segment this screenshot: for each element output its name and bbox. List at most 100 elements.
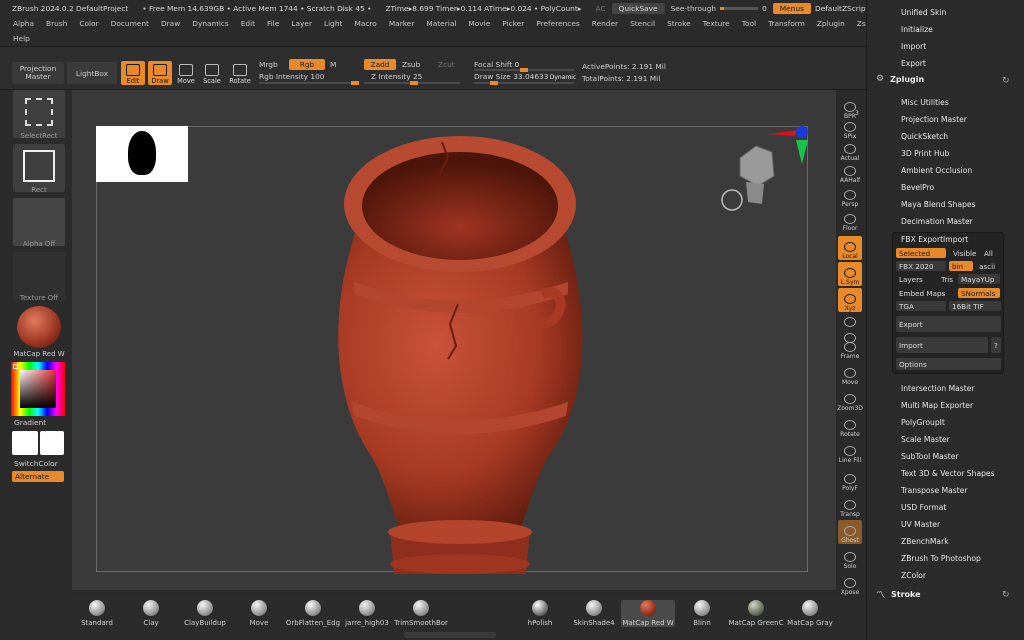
projection-master-button[interactable]: Projection Master [12, 62, 64, 84]
draw-button[interactable]: Draw [148, 61, 172, 85]
menu-layer[interactable]: Layer [291, 16, 312, 31]
zplugin-item-ambient-occlusion[interactable]: Ambient Occlusion [901, 166, 972, 175]
material-hpolish[interactable]: hPolish [513, 600, 567, 627]
rgb-intensity-slider[interactable] [259, 81, 359, 85]
texture-button[interactable] [13, 252, 65, 300]
shelf-ghost-button[interactable]: Ghost [838, 520, 862, 544]
zplugin-item-misc-utilities[interactable]: Misc Utilities [901, 98, 949, 107]
vase-model[interactable] [330, 134, 590, 584]
menu-draw[interactable]: Draw [161, 16, 180, 31]
brush-trimsmoothbor[interactable]: TrimSmoothBor [389, 600, 453, 627]
color-picker-square[interactable] [20, 370, 56, 408]
focal-shift-slider[interactable] [474, 68, 574, 72]
stroke-header[interactable]: 〽 Stroke [876, 588, 921, 601]
shelf-persp-button[interactable]: Persp [838, 184, 862, 208]
menu-dynamics[interactable]: Dynamics [192, 16, 228, 31]
menu-render[interactable]: Render [592, 16, 618, 31]
shelf-move-button[interactable]: Move [838, 362, 862, 386]
see-through-slider[interactable]: See-through 0 [671, 4, 767, 13]
fbx-all-button[interactable]: All [981, 248, 996, 258]
shelf-xpose-button[interactable]: Xpose [838, 572, 862, 596]
zplugin-item-zcolor[interactable]: ZColor [901, 571, 926, 580]
fbx-export-button[interactable]: Export [896, 316, 1001, 332]
fbx-snormals-button[interactable]: SNormals [958, 288, 1000, 298]
bottom-shelf-scroll-handle[interactable] [404, 632, 496, 638]
m-button[interactable]: M [330, 60, 336, 69]
zplugin-reset-icon[interactable]: ↻ [1002, 76, 1010, 86]
fbx-tris-button[interactable]: Tris [938, 274, 956, 284]
fbx-selected-button[interactable]: Selected [896, 248, 946, 258]
gradient-label[interactable]: Gradient [14, 418, 46, 427]
fbx-import-button[interactable]: Import [896, 337, 988, 353]
shelf-rotate-button[interactable]: Rotate [838, 414, 862, 438]
color-picker[interactable] [11, 362, 65, 416]
material-matcap-red-w[interactable]: MatCap Red W [621, 600, 675, 627]
fbx-16bit-tif-button[interactable]: 16Bit TIF [949, 301, 1001, 311]
menu-alpha[interactable]: Alpha [13, 16, 34, 31]
material-skinshade4[interactable]: SkinShade4 [567, 600, 621, 627]
zplugin-item-3d-print-hub[interactable]: 3D Print Hub [901, 149, 949, 158]
zplugin-item-zbrush-to-photoshop[interactable]: ZBrush To Photoshop [901, 554, 981, 563]
lightbox-button[interactable]: LightBox [67, 62, 117, 84]
alpha-button[interactable] [13, 198, 65, 246]
zplugin-item-zbenchmark[interactable]: ZBenchMark [901, 537, 949, 546]
shelf-solo-button[interactable]: Solo [838, 546, 862, 570]
menu-stencil[interactable]: Stencil [630, 16, 655, 31]
menu-preferences[interactable]: Preferences [536, 16, 579, 31]
zplugin-item-bevelpro[interactable]: BevelPro [901, 183, 934, 192]
rgb-button[interactable]: Rgb [289, 59, 325, 70]
menu-color[interactable]: Color [79, 16, 98, 31]
shelf-floor-button[interactable]: Floor [838, 208, 862, 232]
material-blinn[interactable]: Blinn [675, 600, 729, 627]
menu-movie[interactable]: Movie [468, 16, 490, 31]
tool-menu-item-initialize[interactable]: Initialize [901, 25, 933, 34]
menu-transform[interactable]: Transform [768, 16, 805, 31]
menu-tool[interactable]: Tool [742, 16, 756, 31]
menu-file[interactable]: File [267, 16, 279, 31]
shelf-actual-button[interactable]: Actual [838, 138, 862, 162]
menu-edit[interactable]: Edit [241, 16, 255, 31]
fbx-layers-button[interactable]: Layers [896, 274, 926, 284]
shelf-spix-button[interactable]: SPix [838, 116, 862, 140]
zplugin-item-quicksketch[interactable]: QuickSketch [901, 132, 948, 141]
fbx-help-button[interactable]: ? [991, 337, 1001, 353]
zplugin-header[interactable]: ⚙ Zplugin [876, 74, 924, 84]
material-matcap-greenc[interactable]: MatCap GreenC [729, 600, 784, 627]
shelf-line-fill-button[interactable]: Line Fill [838, 440, 862, 464]
z-intensity-slider[interactable] [364, 81, 460, 85]
zplugin-item-maya-blend-shapes[interactable]: Maya Blend Shapes [901, 200, 976, 209]
material-button[interactable] [13, 306, 65, 354]
material-matcap-gray[interactable]: MatCap Gray [783, 600, 837, 627]
fbx-title[interactable]: FBX ExportImport [901, 235, 968, 244]
quicksave-button[interactable]: QuickSave [611, 2, 665, 14]
zadd-button[interactable]: Zadd [364, 59, 396, 70]
see-through-track[interactable] [720, 6, 759, 10]
zplugin-item-decimation-master[interactable]: Decimation Master [901, 217, 973, 226]
zplugin-item-polygroupit[interactable]: PolyGroupIt [901, 418, 945, 427]
zplugin-item-usd-format[interactable]: USD Format [901, 503, 946, 512]
menu-macro[interactable]: Macro [354, 16, 376, 31]
move-button[interactable]: Move [174, 61, 198, 85]
tool-menu-item-export[interactable]: Export [901, 59, 926, 68]
ac-button[interactable]: AC [595, 4, 605, 13]
menu-stroke[interactable]: Stroke [667, 16, 691, 31]
stroke-reset-icon[interactable]: ↻ [1002, 590, 1010, 600]
menu-document[interactable]: Document [111, 16, 149, 31]
default-zscript-button[interactable]: DefaultZScript [815, 4, 866, 13]
select-rect-button[interactable] [13, 90, 65, 138]
shelf-zoom3d-button[interactable]: Zoom3D [837, 388, 863, 412]
fbx-embed-maps-button[interactable]: Embed Maps [896, 288, 948, 298]
fbx-tga-button[interactable]: TGA [896, 301, 946, 311]
fbx-ascii-button[interactable]: ascii [976, 261, 998, 271]
zplugin-item-uv-master[interactable]: UV Master [901, 520, 940, 529]
zplugin-item-intersection-master[interactable]: Intersection Master [901, 384, 975, 393]
zplugin-item-subtool-master[interactable]: SubTool Master [901, 452, 959, 461]
draw-size-slider[interactable] [474, 81, 574, 85]
scale-button[interactable]: Scale [200, 61, 224, 85]
shelf-aahalf-button[interactable]: AAHalf [838, 160, 862, 184]
fbx-bin-button[interactable]: bin [949, 261, 973, 271]
fbx-mayayup-button[interactable]: MayaYUp [958, 274, 1000, 284]
menu-help[interactable]: Help [13, 31, 30, 46]
menus-toggle[interactable]: Menus [772, 2, 811, 14]
menu-brush[interactable]: Brush [46, 16, 67, 31]
